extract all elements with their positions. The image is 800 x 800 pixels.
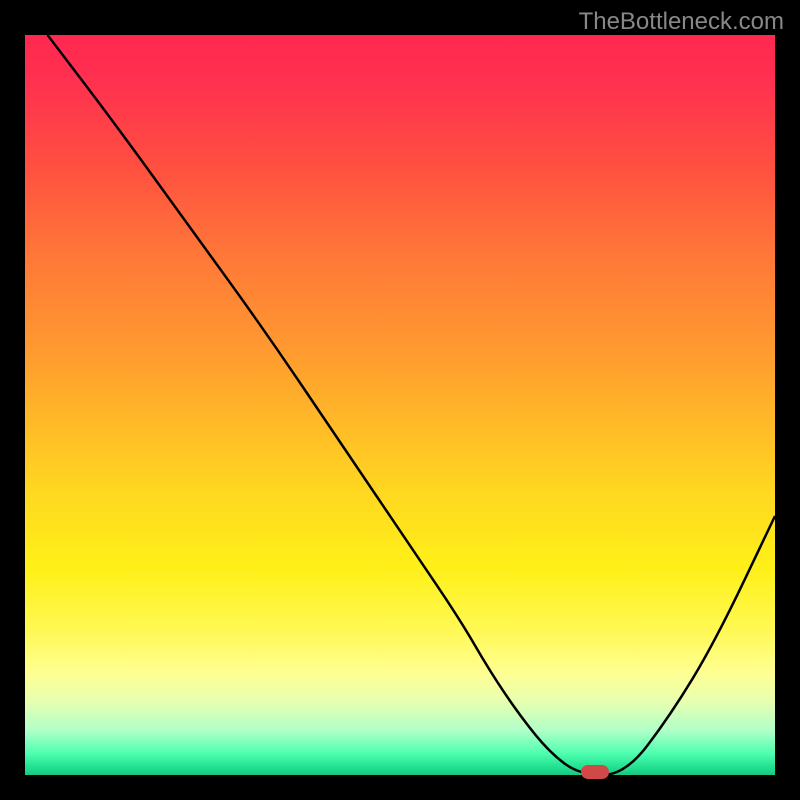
optimum-marker [581, 765, 609, 779]
bottleneck-curve [25, 35, 775, 775]
chart-plot-area [25, 35, 775, 775]
watermark-text: TheBottleneck.com [579, 8, 784, 36]
